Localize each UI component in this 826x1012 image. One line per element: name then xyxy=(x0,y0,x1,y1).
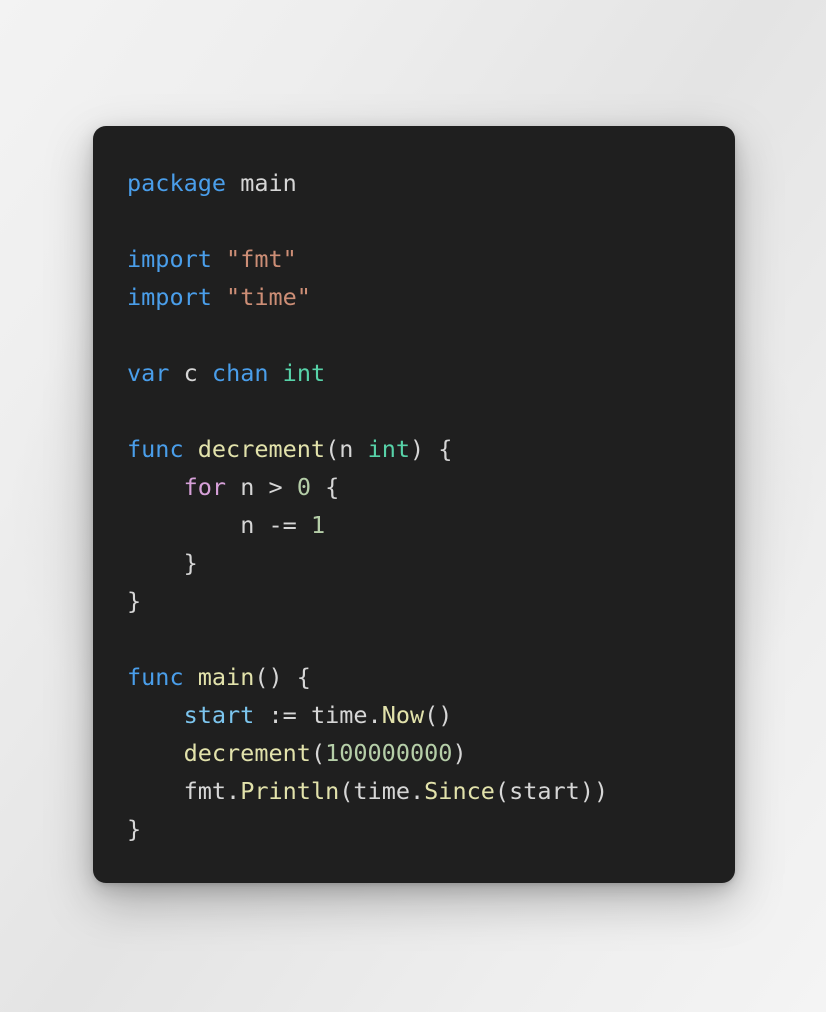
code-token-punct: := xyxy=(254,701,311,729)
code-token-plain: n xyxy=(339,435,354,463)
code-token-plain: n xyxy=(240,511,255,539)
code-token-punct: . xyxy=(410,777,425,805)
code-line: package main xyxy=(127,164,701,202)
code-token-plain: main xyxy=(240,169,297,197)
code-token-punct: ( xyxy=(310,739,326,767)
code-token-num: 100000000 xyxy=(325,739,453,767)
code-token-punct: { xyxy=(310,473,340,501)
code-token-str: "time" xyxy=(226,283,311,311)
code-token-kw: import xyxy=(127,283,212,311)
code-token-punct: ) { xyxy=(410,435,453,463)
code-token-type: int xyxy=(282,359,326,387)
code-line: import "fmt" xyxy=(127,240,701,278)
code-token-num: 1 xyxy=(310,511,326,539)
code-line: } xyxy=(127,582,701,620)
code-snippet-card: package main​import "fmt"import "time"​v… xyxy=(93,126,735,883)
code-line: fmt.Println(time.Since(start)) xyxy=(127,772,701,810)
page-background: package main​import "fmt"import "time"​v… xyxy=(0,0,826,1012)
code-token-punct: -= xyxy=(254,511,311,539)
code-token-func: Now xyxy=(381,701,425,729)
code-token-punct: ( xyxy=(494,777,510,805)
code-token-plain: time xyxy=(310,701,368,729)
code-token-plain: c xyxy=(183,359,198,387)
code-line: decrement(100000000) xyxy=(127,734,701,772)
code-token-kw: var xyxy=(127,359,170,387)
code-token-punct: } xyxy=(127,587,142,615)
code-token-func: Println xyxy=(240,777,340,805)
code-token-punct: } xyxy=(183,549,198,577)
code-token-plain: time xyxy=(353,777,410,805)
code-line: ​ xyxy=(127,316,701,354)
code-token-str: "fmt" xyxy=(226,245,297,273)
code-token-var: start xyxy=(183,701,255,729)
code-line: ​ xyxy=(127,620,701,658)
code-token-plain: n xyxy=(240,473,255,501)
code-line: for n > 0 { xyxy=(127,468,701,506)
code-line: func decrement(n int) { xyxy=(127,430,701,468)
code-line: } xyxy=(127,544,701,582)
code-token-num: 0 xyxy=(296,473,311,501)
code-token-kw: import xyxy=(127,245,212,273)
code-token-punct: ( xyxy=(325,435,340,463)
code-line: ​ xyxy=(127,202,701,240)
code-line: import "time" xyxy=(127,278,701,316)
code-token-kw: func xyxy=(127,435,184,463)
code-token-punct: . xyxy=(226,777,241,805)
code-token-punct: () { xyxy=(254,663,311,691)
code-token-punct: () xyxy=(424,701,453,729)
code-token-kw: func xyxy=(127,663,184,691)
code-line: ​ xyxy=(127,392,701,430)
code-token-func: main xyxy=(197,663,255,691)
code-token-punct: ( xyxy=(339,777,354,805)
code-lines-container: package main​import "fmt"import "time"​v… xyxy=(127,164,701,848)
code-token-plain: start xyxy=(509,777,580,805)
code-token-punct: > xyxy=(254,473,297,501)
code-token-kw2: for xyxy=(183,473,227,501)
code-line: } xyxy=(127,810,701,848)
code-token-type: int xyxy=(367,435,411,463)
code-token-punct: . xyxy=(367,701,382,729)
code-line: n -= 1 xyxy=(127,506,701,544)
code-token-kw: chan xyxy=(211,359,269,387)
code-line: func main() { xyxy=(127,658,701,696)
code-token-punct: )) xyxy=(579,777,609,805)
code-line: start := time.Now() xyxy=(127,696,701,734)
code-token-func: decrement xyxy=(183,739,311,767)
code-line: var c chan int xyxy=(127,354,701,392)
code-token-punct: } xyxy=(127,815,142,843)
code-block[interactable]: package main​import "fmt"import "time"​v… xyxy=(127,164,701,848)
code-token-kw: package xyxy=(127,169,227,197)
code-token-func: Since xyxy=(424,777,495,805)
code-token-punct: ) xyxy=(452,739,467,767)
code-token-func: decrement xyxy=(197,435,326,463)
code-token-plain: fmt xyxy=(183,777,227,805)
